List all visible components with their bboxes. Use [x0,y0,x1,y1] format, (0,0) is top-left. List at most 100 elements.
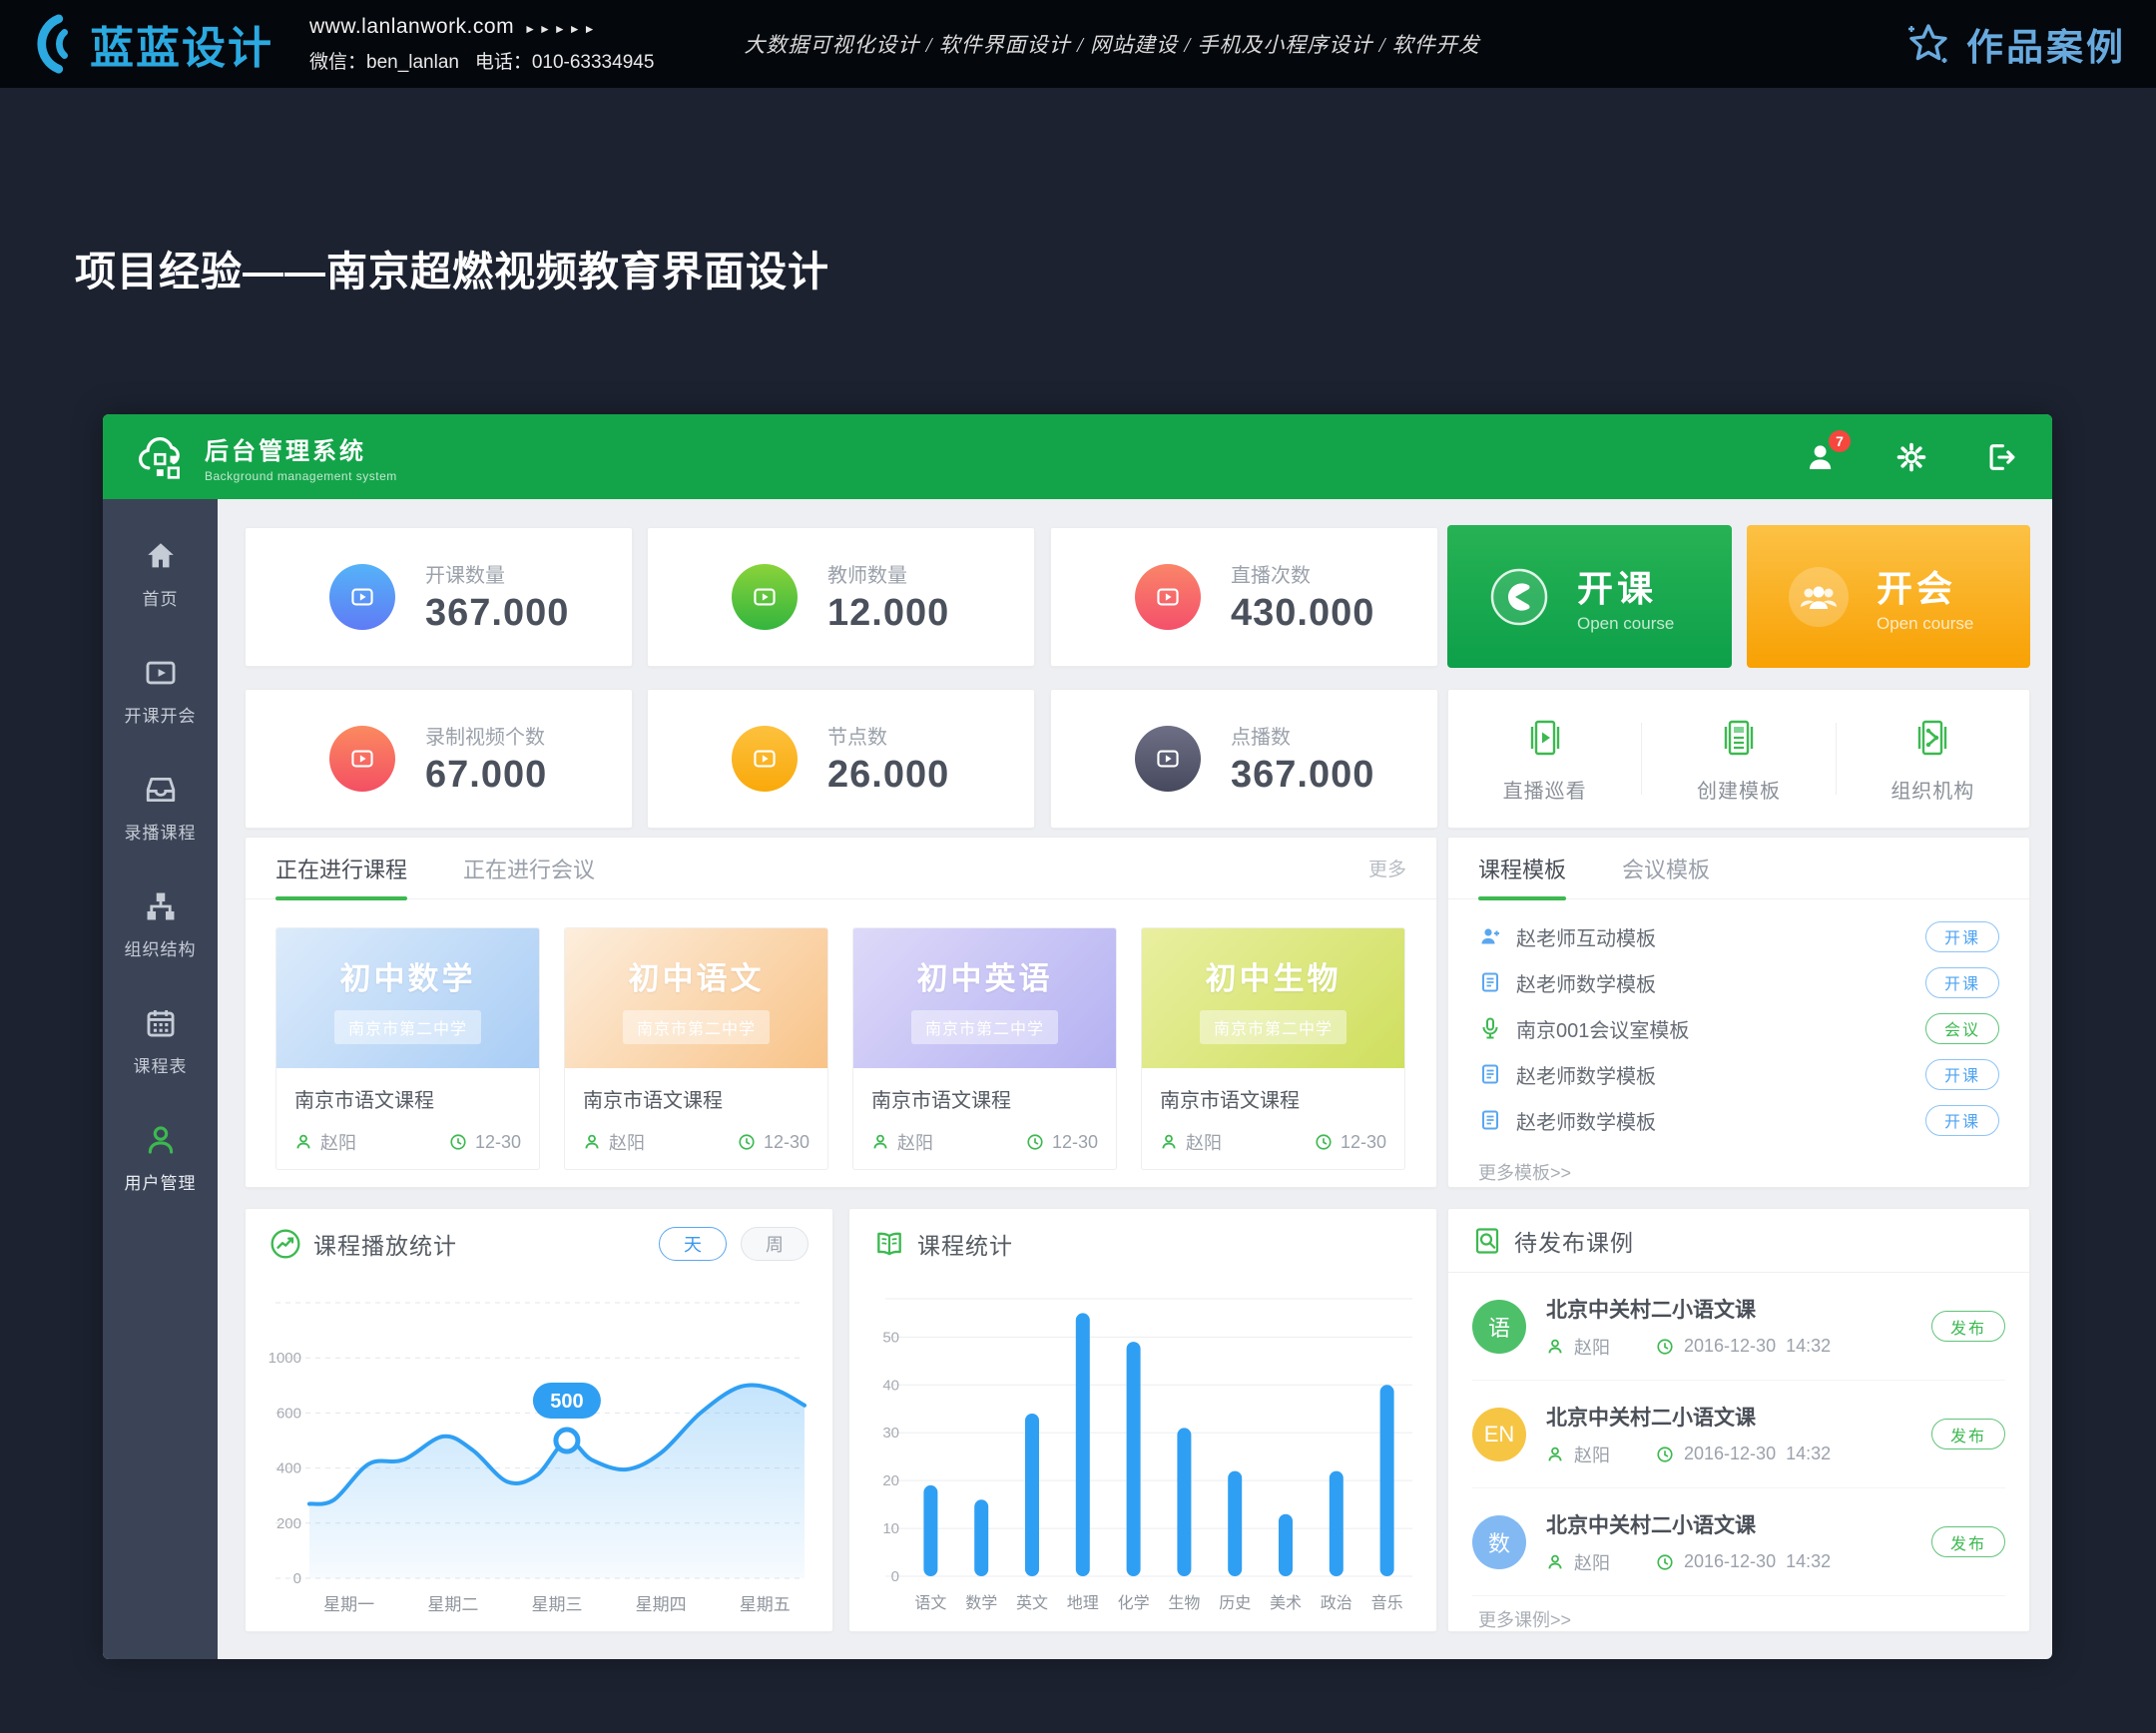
sidebar-item-user-management[interactable]: 用户管理 [103,1123,218,1194]
clock-icon [1656,1338,1674,1356]
course-card-english[interactable]: 初中英语 南京市第二中学 南京市语文课程 赵阳 12-30 [852,927,1117,1170]
sidebar-label: 开课开会 [125,702,197,727]
organization-button[interactable]: 组织机构 [1837,715,2029,804]
course-play-line-chart: 02004006001000星期一星期二星期三星期四星期五500 [260,1283,818,1622]
sidebar-item-home[interactable]: 首页 [103,539,218,610]
course-card-chinese[interactable]: 初中语文 南京市第二中学 南京市语文课程 赵阳 12-30 [564,927,828,1170]
publish-button[interactable]: 发布 [1931,1311,2005,1342]
open-meeting-button[interactable]: 开会Open course [1747,525,2030,668]
lesson-search-icon [1472,1226,1502,1256]
publish-button[interactable]: 发布 [1931,1419,2005,1449]
course-card-math[interactable]: 初中数学 南京市第二中学 南京市语文课程 赵阳 12-30 [275,927,540,1170]
lesson-name: 北京中关村二小语文课 [1546,1402,1831,1432]
course-time: 12-30 [475,1132,521,1153]
open-meeting-label: 开会 [1877,560,1973,612]
create-template-button[interactable]: 创建模板 [1642,715,1835,804]
person-plus-icon [1478,924,1502,948]
user-account-button[interactable]: 7 [1805,440,1839,474]
course-school-badge: 南京市第二中学 [1200,1010,1347,1044]
svg-text:地理: 地理 [1067,1594,1099,1612]
course-play-stats-card: 课程播放统计 天 周 02004006001000星期一星期二星期三星期四星期五… [245,1208,833,1632]
course-teacher: 赵阳 [320,1129,356,1155]
organization-icon [1909,715,1955,761]
video-stat-icon [732,726,798,792]
sidebar-item-recorded-courses[interactable]: 录播课程 [103,773,218,844]
tab-meeting-templates[interactable]: 会议模板 [1622,838,1710,899]
lesson-date: 2016-12-30 [1684,1444,1776,1464]
person-icon [1546,1338,1564,1356]
panel-title: 待发布课例 [1514,1224,1634,1258]
svg-text:星期二: 星期二 [427,1595,478,1614]
stat-card-vod: 点播数367.000 [1050,689,1438,829]
more-link[interactable]: 更多 [1368,855,1406,881]
person-icon [583,1133,601,1151]
course-name: 南京市语文课程 [583,1084,809,1113]
toggle-day[interactable]: 天 [659,1227,727,1261]
subject-avatar: 语 [1472,1300,1526,1354]
course-name: 南京市语文课程 [1160,1084,1386,1113]
tab-ongoing-meetings[interactable]: 正在进行会议 [463,838,595,899]
home-icon [144,539,178,573]
live-patrol-button[interactable]: 直播巡看 [1448,715,1641,804]
course-card-biology[interactable]: 初中生物 南京市第二中学 南京市语文课程 赵阳 12-30 [1141,927,1405,1170]
video-stat-icon [1135,726,1201,792]
ongoing-courses-panel: 正在进行课程 正在进行会议 更多 初中数学 南京市第二中学 南京市语文课程 赵 [245,837,1437,1188]
more-templates-link[interactable]: 更多模板>> [1448,1143,2029,1201]
lesson-time: 14:32 [1786,1336,1831,1357]
arrows-decor: ►►►►► [524,22,598,36]
subject-avatar: 数 [1472,1515,1526,1569]
course-stats-card: 课程统计 01020304050语文数学英文地理化学生物历史美术政治音乐 [848,1208,1437,1632]
portfolio-link[interactable]: 作品案例 [1902,17,2126,71]
start-course-button[interactable]: 开课 [1925,921,1999,952]
website-link[interactable]: www.lanlanwork.com [309,15,514,38]
start-meeting-button[interactable]: 会议 [1925,1013,1999,1044]
open-course-button[interactable]: 开课Open course [1447,525,1732,668]
site-header: 蓝蓝设计 www.lanlanwork.com►►►►► 微信：ben_lanl… [0,0,2156,88]
sidebar-label: 用户管理 [125,1169,197,1194]
clock-icon [449,1133,467,1151]
tab-course-templates[interactable]: 课程模板 [1478,838,1566,899]
start-course-button[interactable]: 开课 [1925,1105,1999,1136]
template-row: 赵老师数学模板 开课 [1478,1097,1999,1143]
svg-text:政治: 政治 [1321,1594,1352,1612]
template-row: 赵老师数学模板 开课 [1478,1051,1999,1097]
sidebar-label: 录播课程 [125,819,197,844]
course-stats-bar-chart: 01020304050语文数学英文地理化学生物历史美术政治音乐 [863,1283,1422,1622]
course-name: 南京市语文课程 [294,1084,521,1113]
subject-avatar: EN [1472,1408,1526,1461]
sidebar-item-courses-meetings[interactable]: 开课开会 [103,656,218,727]
stat-card-nodes: 节点数26.000 [647,689,1035,829]
svg-text:30: 30 [882,1425,899,1442]
template-name: 南京001会议室模板 [1516,1014,1689,1043]
video-stat-icon [329,726,395,792]
settings-button[interactable] [1894,440,1928,474]
svg-text:0: 0 [293,1570,301,1587]
templates-panel: 课程模板 会议模板 赵老师互动模板 开课 赵老师数学模板 开课 [1447,837,2030,1188]
sidebar-item-org-structure[interactable]: 组织结构 [103,889,218,960]
start-course-button[interactable]: 开课 [1925,1059,1999,1090]
publish-button[interactable]: 发布 [1931,1526,2005,1557]
logout-button[interactable] [1984,440,2018,474]
tab-ongoing-courses[interactable]: 正在进行课程 [275,838,407,899]
start-course-button[interactable]: 开课 [1925,967,1999,998]
quick-action-label: 组织机构 [1890,775,1974,804]
sidebar-item-timetable[interactable]: 课程表 [103,1006,218,1077]
site-logo[interactable]: 蓝蓝设计 [22,12,273,76]
page-title: 项目经验——南京超燃视频教育界面设计 [75,238,829,297]
toggle-week[interactable]: 周 [741,1227,808,1261]
svg-text:50: 50 [882,1329,899,1346]
org-chart-icon [144,889,178,923]
open-course-label: 开课 [1577,560,1674,612]
book-icon [873,1228,905,1260]
svg-text:美术: 美术 [1270,1594,1302,1612]
stat-label: 直播次数 [1231,559,1374,588]
template-name: 赵老师互动模板 [1516,922,1656,951]
chart-title: 课程统计 [917,1227,1013,1261]
stat-value: 67.000 [425,754,547,797]
document-icon [1478,970,1502,994]
clock-icon [1315,1133,1333,1151]
sidebar-label: 首页 [143,585,179,610]
stat-label: 录制视频个数 [425,721,547,750]
clock-icon [1026,1133,1044,1151]
more-lessons-link[interactable]: 更多课例>> [1448,1596,2029,1648]
